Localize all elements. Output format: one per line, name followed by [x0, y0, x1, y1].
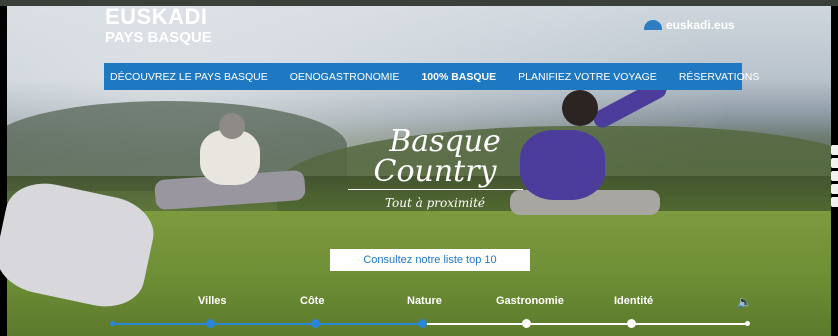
hero-title-line2: Country: [373, 154, 497, 189]
nav-item-100-basque[interactable]: 100% BASQUE: [421, 71, 496, 83]
dancer-figure: [219, 113, 245, 139]
side-share-bar: [831, 145, 838, 207]
timeline-progress-track: [112, 323, 422, 325]
top10-button[interactable]: Consultez notre liste top 10: [330, 249, 530, 271]
timeline-end-dot: [745, 321, 750, 326]
nav-item-decouvrez[interactable]: DÉCOUVREZ LE PAYS BASQUE: [110, 71, 268, 83]
timeline-label-cote[interactable]: Côte: [300, 295, 324, 307]
timeline-dot-villes[interactable]: [206, 319, 215, 328]
timeline-label-gastronomie[interactable]: Gastronomie: [496, 295, 564, 307]
nav-item-reservations[interactable]: RÉSERVATIONS: [679, 71, 760, 83]
timeline-label-identite[interactable]: Identité: [614, 295, 653, 307]
timeline-label-villes[interactable]: Villes: [198, 295, 227, 307]
timeline-label-nature[interactable]: Nature: [407, 295, 442, 307]
hero-title-line1: Basque: [389, 124, 501, 159]
site-link[interactable]: euskadi.eus: [644, 18, 735, 32]
logo-main-text: EUSKADI: [105, 4, 208, 29]
hero-title: Basque Country Tout à proximité: [340, 127, 530, 210]
share-icon[interactable]: [831, 171, 838, 181]
logo-sub-text: PAYS BASQUE: [105, 29, 212, 46]
euskadi-logo[interactable]: EUSKADI PAYS BASQUE: [105, 4, 212, 46]
timeline-dot-cote[interactable]: [311, 319, 320, 328]
dancer-figure: [562, 90, 598, 126]
share-icon[interactable]: [831, 197, 838, 207]
nav-item-planifiez[interactable]: PLANIFIEZ VOTRE VOYAGE: [518, 71, 657, 83]
timeline-start-dot: [110, 321, 115, 326]
site-link-label: euskadi.eus: [666, 18, 735, 32]
timeline-dot-gastronomie[interactable]: [522, 319, 531, 328]
dancer-figure: [520, 130, 605, 200]
share-icon[interactable]: [831, 145, 838, 155]
timeline-dot-nature[interactable]: [418, 319, 427, 328]
share-icon[interactable]: [831, 184, 838, 194]
timeline-remaining-track: [422, 323, 748, 325]
hero-title-divider: [347, 189, 523, 190]
main-nav: DÉCOUVREZ LE PAYS BASQUE OENOGASTRONOMIE…: [104, 63, 759, 90]
speaker-icon[interactable]: 🔈: [737, 295, 752, 309]
timeline-dot-identite[interactable]: [627, 319, 636, 328]
share-icon[interactable]: [831, 158, 838, 168]
euskadi-arc-icon: [644, 20, 662, 30]
hero-tagline: Tout à proximité: [384, 196, 486, 210]
nav-item-oenogastronomie[interactable]: OENOGASTRONOMIE: [290, 71, 400, 83]
